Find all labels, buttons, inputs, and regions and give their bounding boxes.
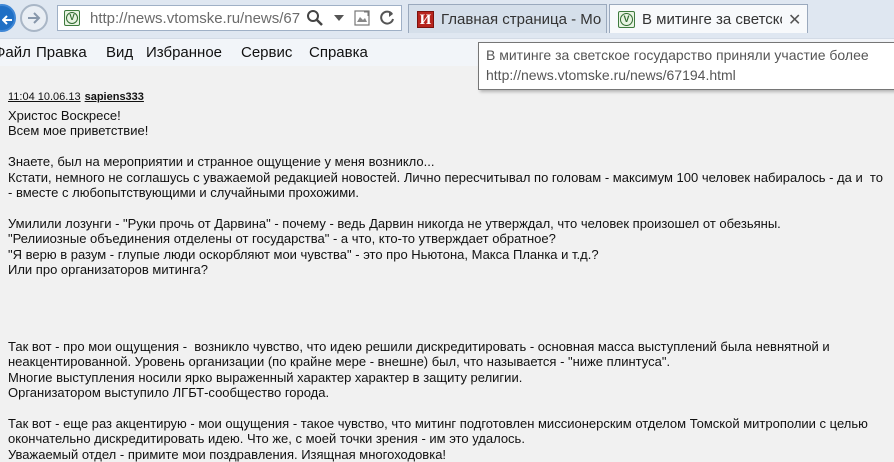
address-bar[interactable]: V http://news.vtomske.ru/news/67194.html xyxy=(57,5,402,31)
comment-meta: 11:04 10.06.13 sapiens333 xyxy=(8,91,144,103)
menu-favorites[interactable]: Избранное xyxy=(146,44,222,61)
comment-text-line: Или про организаторов митинга? xyxy=(8,261,208,277)
comment-text-line: - вместе с любопытствующими и случайными… xyxy=(8,184,360,200)
tab-label: Главная страница - Мои новости xyxy=(441,11,601,28)
forward-button[interactable] xyxy=(20,4,48,32)
comment-text-line: Христос Воскресе! xyxy=(8,108,121,123)
refresh-icon[interactable] xyxy=(378,10,396,28)
tab-active-news[interactable]: V В митинге за светское государство ✕ xyxy=(609,4,808,33)
comment-text-line xyxy=(8,323,888,338)
comment-text-line: Так вот - про мои ощущения - возникло чу… xyxy=(8,338,830,354)
tab-tooltip: В митинге за светское государство принял… xyxy=(478,42,894,90)
navigation-toolbar: V http://news.vtomske.ru/news/67194.html… xyxy=(0,0,894,38)
comment-text-line xyxy=(8,308,888,323)
tab-main-page[interactable]: И Главная страница - Мои новости xyxy=(408,4,607,33)
search-icon[interactable] xyxy=(306,9,324,27)
menu-view[interactable]: Вид xyxy=(106,44,133,61)
site-favicon-icon: V xyxy=(64,10,80,26)
close-icon[interactable]: ✕ xyxy=(788,10,801,30)
comment-text-line xyxy=(8,293,888,308)
tab-label: В митинге за светское государство xyxy=(642,11,782,28)
comment-author-link[interactable]: sapiens333 xyxy=(85,91,144,103)
comment-text-line: "Я верю в разум - глупые люди оскорбляют… xyxy=(8,246,599,262)
comment-text-line: Организатором выступило ЛГБТ-сообщество … xyxy=(8,385,330,401)
comment-body: Христос Воскресе! Всем мое приветствие! Зн… xyxy=(8,108,888,462)
comment-text-line: Кстати, немного не соглашусь с уважаемой… xyxy=(8,169,883,185)
menu-edit[interactable]: Правка xyxy=(36,44,87,61)
comment-text-line: "Релииозные объединения отделены от госу… xyxy=(8,231,556,247)
site-favicon-icon: V xyxy=(618,11,635,28)
comment-timestamp[interactable]: 11:04 10.06.13 xyxy=(8,91,81,103)
compatibility-view-icon[interactable] xyxy=(354,10,370,26)
chevron-down-icon[interactable] xyxy=(334,15,344,22)
comment-text-line: Знаете, был на мероприятии и странное ощ… xyxy=(8,154,435,170)
back-arrow-icon xyxy=(2,15,12,25)
comment-text-line xyxy=(8,277,888,292)
comment-text-line xyxy=(8,400,888,415)
menu-help[interactable]: Справка xyxy=(309,44,368,61)
comment-text-line: Всем мое приветствие! xyxy=(8,123,149,139)
comment-text-line: Умилили лозунги - "Руки прочь от Дарвина… xyxy=(8,215,781,231)
menu-file[interactable]: Файл xyxy=(0,44,31,61)
url-text[interactable]: http://news.vtomske.ru/news/67194.html xyxy=(90,10,300,27)
comment-text-line xyxy=(8,200,888,215)
site-logo-icon: И xyxy=(417,11,434,28)
page-content: 11:04 10.06.13 sapiens333 Христос Воскрес… xyxy=(0,66,894,462)
tooltip-url: http://news.vtomske.ru/news/67194.html xyxy=(486,67,736,83)
comment-text-line xyxy=(8,139,888,154)
comment-text-line: Уважаемый отдел - примите мои поздравлен… xyxy=(8,446,447,462)
back-button[interactable] xyxy=(0,4,16,32)
comment-text-line: окончательно дискредитировать идею. Что … xyxy=(8,431,525,447)
forward-arrow-icon xyxy=(28,12,41,24)
comment-text-line: Многие выступления носили ярко выраженны… xyxy=(8,369,523,385)
comment-text-line: Так вот - еще раз акцентирую - мои ощуще… xyxy=(8,415,868,431)
tooltip-title: В митинге за светское государство принял… xyxy=(486,47,869,63)
menu-tools[interactable]: Сервис xyxy=(241,44,292,61)
comment-text-line: неакцентированной. Уровень организации (… xyxy=(8,354,671,370)
